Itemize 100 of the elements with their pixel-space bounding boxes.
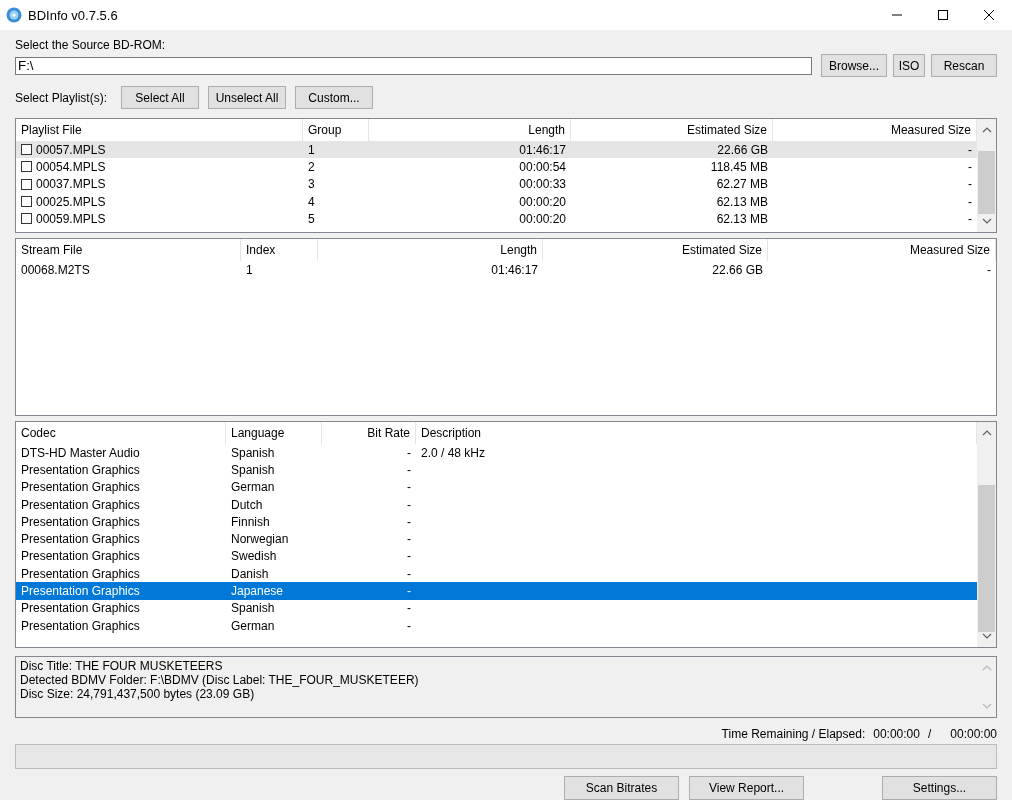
source-label: Select the Source BD-ROM: xyxy=(15,38,167,53)
column-header[interactable]: Codec xyxy=(16,422,226,444)
codec-row[interactable]: Presentation Graphics German - xyxy=(16,478,977,496)
codec-row[interactable]: Presentation Graphics German - xyxy=(16,616,977,635)
measured-size-cell-text: - xyxy=(967,159,973,174)
group-cell-text: 2 xyxy=(307,159,316,174)
codec-cell-text: Presentation Graphics xyxy=(20,462,141,477)
bit-rate-cell-text: - xyxy=(406,445,412,460)
playlist-select-label: Select Playlist(s): xyxy=(15,90,108,105)
source-path-field[interactable]: F:\ xyxy=(15,56,812,75)
length-cell-text: 00:00:20 xyxy=(518,194,567,209)
codec-row[interactable]: Presentation Graphics Spanish - xyxy=(16,461,977,479)
group-cell-text: 1 xyxy=(307,142,316,157)
time-elapsed: 00:00:00 xyxy=(950,727,997,742)
language-cell-text: Norwegian xyxy=(230,532,290,547)
playlist-checkbox[interactable] xyxy=(21,144,32,156)
column-header[interactable]: Estimated Size xyxy=(543,239,768,261)
codec-cell-text: Presentation Graphics xyxy=(20,618,141,633)
length-cell-text: 00:00:54 xyxy=(518,159,567,174)
disc-info-line: Disc Size: 24,791,437,500 bytes (23.09 GB) xyxy=(20,687,256,701)
playlist-checkbox[interactable] xyxy=(21,196,32,208)
column-header[interactable]: Bit Rate xyxy=(322,422,416,444)
codec-row[interactable]: Presentation Graphics Dutch - xyxy=(16,495,977,514)
time-separator: / xyxy=(927,727,932,742)
codec-row[interactable]: Presentation Graphics Spanish - xyxy=(16,599,977,617)
disc-info-line: Disc Title: THE FOUR MUSKETEERS xyxy=(20,659,224,673)
measured-size-cell-text: - xyxy=(986,262,992,277)
window-title: BDInfo v0.7.5.6 xyxy=(28,7,118,23)
description-cell-text: 2.0 / 48 kHz xyxy=(420,445,487,460)
rescan-button[interactable]: Rescan xyxy=(931,54,997,77)
select-all-button[interactable]: Select All xyxy=(121,86,200,109)
bit-rate-cell-text: - xyxy=(406,514,412,529)
length-cell-text: 01:46:17 xyxy=(518,142,567,157)
iso-button[interactable]: ISO xyxy=(893,54,925,77)
playlist-file-cell[interactable]: 00057.MPLS xyxy=(36,142,106,157)
language-cell-text: Japanese xyxy=(230,584,285,598)
measured-size-cell-text: - xyxy=(967,177,973,192)
codec-row[interactable]: Presentation Graphics Swedish - xyxy=(16,547,977,566)
bit-rate-cell-text: - xyxy=(406,462,412,477)
estimated-size-cell-text: 22.66 GB xyxy=(711,262,764,277)
estimated-size-cell-text: 62.27 MB xyxy=(715,177,769,192)
language-cell-text: Danish xyxy=(230,566,270,581)
column-header[interactable]: Language xyxy=(226,422,322,444)
playlist-file-cell[interactable]: 00025.MPLS xyxy=(36,194,106,209)
codec-cell-text: Presentation Graphics xyxy=(20,566,141,581)
playlist-file-cell[interactable]: 00054.MPLS xyxy=(36,159,106,174)
index-cell-text: 1 xyxy=(245,262,254,277)
bit-rate-cell-text: - xyxy=(406,601,412,616)
scan-bitrates-button[interactable]: Scan Bitrates xyxy=(564,776,679,800)
playlist-file-cell[interactable]: 00059.MPLS xyxy=(36,211,106,226)
playlist-file-cell[interactable]: 00037.MPLS xyxy=(36,177,106,192)
unselect-all-button[interactable]: Unselect All xyxy=(208,86,287,109)
language-cell-text: Spanish xyxy=(230,462,276,477)
column-header[interactable]: Length xyxy=(318,239,543,261)
maximize-icon xyxy=(937,9,949,21)
scrollbar-thumb[interactable] xyxy=(978,151,995,214)
close-icon xyxy=(983,9,995,21)
stream-file-cell[interactable]: 00068.M2TS xyxy=(16,262,241,277)
language-cell-text: Spanish xyxy=(230,601,276,616)
length-cell-text: 00:00:20 xyxy=(518,211,567,226)
estimated-size-cell-text: 22.66 GB xyxy=(716,142,769,157)
codec-cell-text: Presentation Graphics xyxy=(20,480,141,495)
playlist-checkbox[interactable] xyxy=(21,213,32,225)
codec-row[interactable]: Presentation Graphics Danish - xyxy=(16,565,977,583)
group-cell-text: 5 xyxy=(307,211,316,226)
bit-rate-cell-text: - xyxy=(406,584,412,598)
playlist-checkbox[interactable] xyxy=(21,161,32,173)
column-header[interactable]: Index xyxy=(241,239,318,261)
column-header[interactable]: Measured Size xyxy=(768,239,996,261)
scrollbar-thumb[interactable] xyxy=(978,485,995,632)
language-cell-text: German xyxy=(230,618,276,633)
codec-row[interactable]: Presentation Graphics Norwegian - xyxy=(16,530,977,548)
codec-cell-text: Presentation Graphics xyxy=(20,601,141,616)
length-cell-text: 00:00:33 xyxy=(518,177,567,192)
estimated-size-cell-text: 62.13 MB xyxy=(715,211,769,226)
bit-rate-cell-text: - xyxy=(406,618,412,633)
estimated-size-cell-text: 118.45 MB xyxy=(709,159,769,174)
custom-button[interactable]: Custom... xyxy=(295,86,374,109)
codec-row[interactable]: DTS-HD Master Audio Spanish - 2.0 / 48 kHz xyxy=(16,444,977,462)
disc-icon xyxy=(6,7,22,23)
column-header[interactable]: Stream File xyxy=(16,239,241,261)
bit-rate-cell-text: - xyxy=(406,532,412,547)
codec-row[interactable]: Presentation Graphics Japanese - xyxy=(16,582,977,600)
group-cell-text: 3 xyxy=(307,177,316,192)
measured-size-cell-text: - xyxy=(967,211,973,226)
time-remaining: 00:00:00 xyxy=(873,727,920,742)
codec-cell-text: Presentation Graphics xyxy=(20,532,141,547)
measured-size-cell-text: - xyxy=(967,142,973,157)
codec-cell-text: DTS-HD Master Audio xyxy=(20,445,141,460)
length-cell-text: 01:46:17 xyxy=(490,262,539,277)
codec-cell-text: Presentation Graphics xyxy=(20,514,141,529)
measured-size-cell-text: - xyxy=(967,194,973,209)
view-report-button[interactable]: View Report... xyxy=(689,776,804,800)
browse-button[interactable]: Browse... xyxy=(821,54,887,77)
playlist-checkbox[interactable] xyxy=(21,178,32,190)
settings-button[interactable]: Settings... xyxy=(882,776,997,800)
disc-info-line: Detected BDMV Folder: F:\BDMV (Disc Label: THE_FOUR_MUSKETEER) xyxy=(20,673,420,687)
codec-row[interactable]: Presentation Graphics Finnish - xyxy=(16,513,977,531)
language-cell-text: German xyxy=(230,480,276,495)
codec-cell-text: Presentation Graphics xyxy=(20,549,141,564)
